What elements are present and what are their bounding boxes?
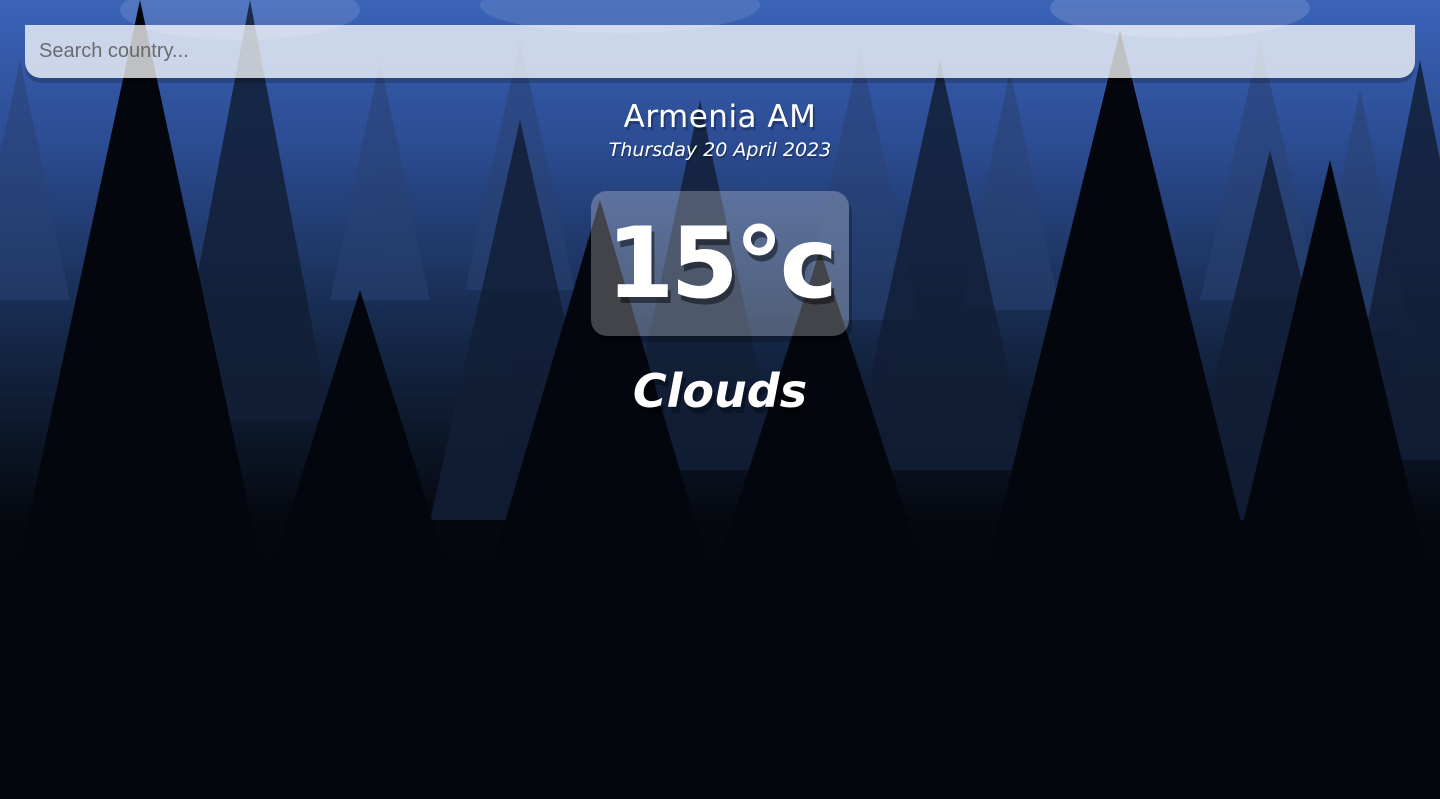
search-input[interactable] xyxy=(25,25,1415,78)
weather-condition: Clouds xyxy=(632,364,808,418)
weather-app: Armenia AM Thursday 20 April 2023 15°c C… xyxy=(0,0,1440,799)
current-date: Thursday 20 April 2023 xyxy=(608,139,832,161)
temperature-box: 15°c xyxy=(591,191,849,336)
location-box: Armenia AM Thursday 20 April 2023 xyxy=(0,96,1440,162)
temperature-value: 15°c xyxy=(606,206,837,321)
location-name: Armenia AM xyxy=(623,99,817,135)
